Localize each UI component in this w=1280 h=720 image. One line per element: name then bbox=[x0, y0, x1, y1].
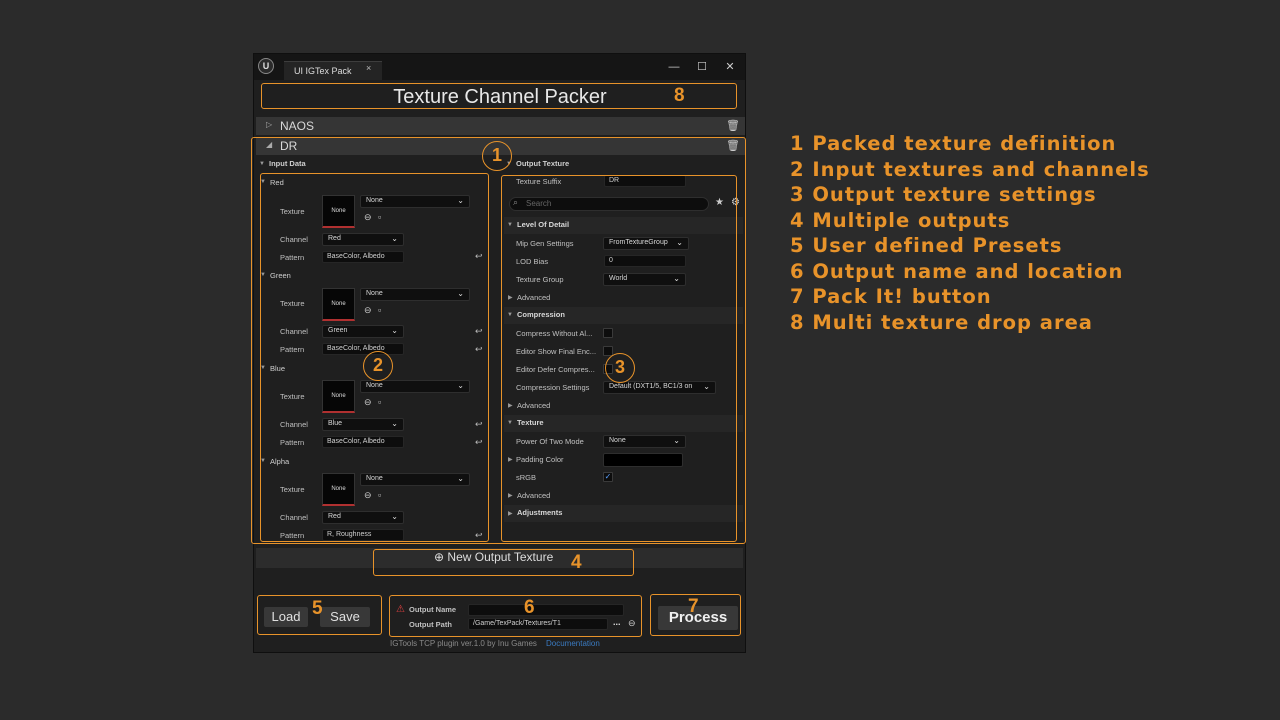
legend-item: 5 User defined Presets bbox=[790, 234, 1063, 257]
section-naos-label: NAOS bbox=[280, 119, 315, 133]
legend-item: 4 Multiple outputs bbox=[790, 208, 1011, 232]
annotation-number-5: 5 bbox=[312, 598, 323, 619]
documentation-link[interactable]: Documentation bbox=[546, 639, 600, 648]
annotation-number-3: 3 bbox=[605, 353, 635, 383]
maximize-icon[interactable]: ☐ bbox=[692, 58, 712, 76]
unreal-logo-icon: U bbox=[258, 58, 274, 74]
annotation-number-2: 2 bbox=[363, 351, 393, 381]
legend-item: 1 Packed texture definition bbox=[790, 132, 1117, 155]
legend-item: 7 Pack It! button bbox=[790, 285, 992, 308]
feature-legend: 1 Packed texture definition 2 Input text… bbox=[790, 131, 1150, 335]
section-naos[interactable]: NAOS bbox=[256, 117, 745, 135]
legend-item: 2 Input textures and channels bbox=[790, 157, 1150, 181]
close-icon[interactable]: ✕ bbox=[720, 58, 740, 76]
legend-item: 8 Multi texture drop area bbox=[790, 310, 1093, 334]
minimize-icon[interactable]: — bbox=[664, 58, 684, 76]
annotation-number-7: 7 bbox=[688, 596, 699, 617]
tab-close-icon[interactable]: × bbox=[366, 63, 371, 73]
annotation-box-4 bbox=[373, 549, 634, 576]
annotation-number-8: 8 bbox=[674, 85, 685, 106]
annotation-box-6 bbox=[389, 595, 642, 637]
legend-item: 3 Output texture settings bbox=[790, 183, 1097, 206]
annotation-number-6: 6 bbox=[524, 597, 535, 618]
annotation-box-8 bbox=[261, 83, 737, 109]
expand-triangle-icon[interactable]: ▷ bbox=[266, 120, 272, 129]
trash-icon[interactable]: 🗑 bbox=[726, 119, 740, 132]
annotation-number-4: 4 bbox=[571, 552, 582, 573]
footer-credit: IGTools TCP plugin ver.1.0 by Inu Games bbox=[390, 639, 537, 648]
annotation-number-1: 1 bbox=[482, 141, 512, 171]
legend-item: 6 Output name and location bbox=[790, 259, 1124, 283]
title-bar: U UI IGTex Pack × — ☐ ✕ bbox=[254, 54, 745, 80]
